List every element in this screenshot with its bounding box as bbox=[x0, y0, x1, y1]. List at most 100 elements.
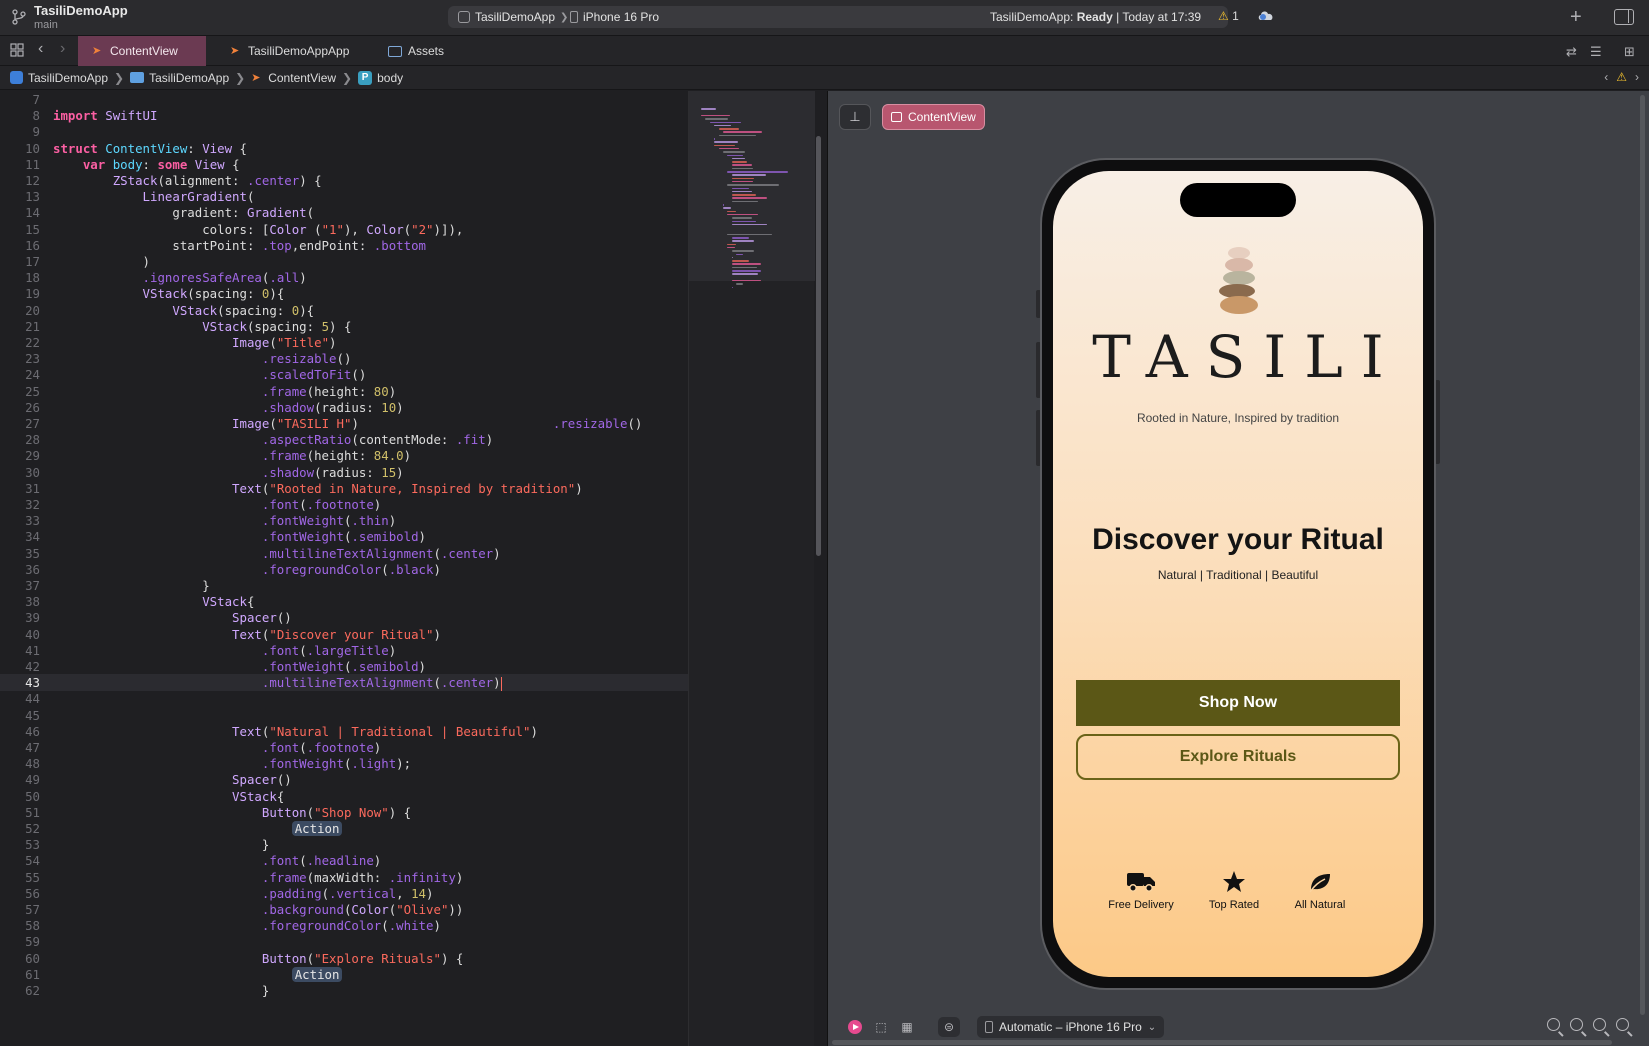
editor-scrollbar[interactable] bbox=[816, 136, 821, 556]
code-line[interactable]: 43 .multilineTextAlignment(.center) bbox=[0, 674, 688, 692]
code-line[interactable]: 51 Button("Shop Now") { bbox=[0, 804, 688, 821]
next-issue-icon[interactable]: › bbox=[1635, 70, 1639, 84]
device-settings-button[interactable]: ⊜ bbox=[938, 1017, 960, 1037]
code-line[interactable]: 40 Text("Discover your Ritual") bbox=[0, 626, 688, 643]
issue-navigator[interactable]: ‹ ⚠ › bbox=[1604, 70, 1639, 84]
minimap[interactable] bbox=[688, 91, 815, 1046]
zoom-in-icon[interactable] bbox=[1616, 1018, 1629, 1031]
code-editor[interactable]: 7 8 import SwiftUI 9 10 struct ContentView: V… bbox=[0, 91, 688, 1046]
selectable-mode-button[interactable]: ⬚ bbox=[871, 1017, 891, 1037]
code-line[interactable]: 9 bbox=[0, 123, 688, 140]
code-line[interactable]: 12 ZStack(alignment: .center) { bbox=[0, 172, 688, 189]
branch-name[interactable]: main bbox=[34, 19, 58, 31]
adjust-editor-icon[interactable]: ☰ bbox=[1590, 44, 1602, 60]
code-line[interactable]: 52 Action bbox=[0, 820, 688, 837]
code-line[interactable]: 26 .shadow(radius: 10) bbox=[0, 399, 688, 416]
code-line[interactable]: 60 Button("Explore Rituals") { bbox=[0, 950, 688, 967]
code-line[interactable]: 35 .multilineTextAlignment(.center) bbox=[0, 545, 688, 562]
code-line[interactable]: 55 .frame(maxWidth: .infinity) bbox=[0, 869, 688, 886]
breadcrumb-symbol[interactable]: P body bbox=[358, 70, 403, 85]
add-editor-icon[interactable]: ⊞ bbox=[1624, 44, 1635, 60]
code-line[interactable]: 22 Image("Title") bbox=[0, 334, 688, 351]
zoom-fit-icon[interactable] bbox=[1570, 1018, 1583, 1031]
related-items-icon[interactable] bbox=[10, 43, 24, 57]
code-line[interactable]: 32 .font(.footnote) bbox=[0, 496, 688, 513]
breadcrumb-file[interactable]: ➤ ContentView bbox=[251, 71, 336, 85]
zoom-out-icon[interactable] bbox=[1547, 1018, 1560, 1031]
cloud-icon[interactable] bbox=[1257, 9, 1275, 21]
minimap-line bbox=[731, 279, 762, 282]
code-line[interactable]: 11 var body: some View { bbox=[0, 156, 688, 173]
code-line[interactable]: 7 bbox=[0, 91, 688, 108]
code-line[interactable]: 10 struct ContentView: View { bbox=[0, 140, 688, 157]
inspector-toggle-icon[interactable] bbox=[1614, 9, 1634, 25]
code-line[interactable]: 45 bbox=[0, 707, 688, 724]
forward-arrow-icon[interactable]: › bbox=[60, 40, 65, 58]
zoom-actual-icon[interactable] bbox=[1593, 1018, 1606, 1031]
code-line[interactable]: 20 VStack(spacing: 0){ bbox=[0, 302, 688, 319]
code-line[interactable]: 46 Text("Natural | Traditional | Beautif… bbox=[0, 723, 688, 740]
destination-selector[interactable]: iPhone 16 Pro bbox=[570, 10, 659, 24]
previous-issue-icon[interactable]: ‹ bbox=[1604, 70, 1608, 84]
code-line[interactable]: 24 .scaledToFit() bbox=[0, 366, 688, 383]
tab-contentview[interactable]: ➤ ContentView bbox=[78, 36, 206, 66]
tab-assets[interactable]: Assets bbox=[374, 36, 458, 66]
code-line[interactable]: 30 .shadow(radius: 15) bbox=[0, 464, 688, 481]
code-line[interactable]: 14 gradient: Gradient( bbox=[0, 204, 688, 221]
code-line[interactable]: 38 VStack{ bbox=[0, 593, 688, 610]
variants-button[interactable]: ▦ bbox=[897, 1017, 917, 1037]
refresh-icon[interactable]: ⇄ bbox=[1566, 44, 1577, 60]
code-line[interactable]: 44 bbox=[0, 690, 688, 707]
breadcrumb-folder[interactable]: TasiliDemoApp bbox=[130, 71, 229, 85]
code-line[interactable]: 61 Action bbox=[0, 966, 688, 983]
code-line[interactable]: 33 .fontWeight(.thin) bbox=[0, 512, 688, 529]
code-line[interactable]: 27 Image("TASILI H") .resizable() bbox=[0, 415, 688, 432]
code-line[interactable]: 29 .frame(height: 84.0) bbox=[0, 447, 688, 464]
preview-pill-contentview[interactable]: ContentView bbox=[882, 104, 985, 130]
code-line[interactable]: 19 VStack(spacing: 0){ bbox=[0, 285, 688, 302]
device-selector[interactable]: Automatic – iPhone 16 Pro ⌄ bbox=[977, 1016, 1165, 1038]
code-line[interactable]: 31 Text("Rooted in Nature, Inspired by t… bbox=[0, 480, 688, 497]
code-line[interactable]: 15 colors: [Color ("1"), Color("2")]), bbox=[0, 221, 688, 238]
code-line[interactable]: 41 .font(.largeTitle) bbox=[0, 642, 688, 659]
project-name[interactable]: TasiliDemoApp bbox=[34, 3, 128, 18]
code-line[interactable]: 18 .ignoresSafeArea(.all) bbox=[0, 269, 688, 286]
code-line[interactable]: 50 VStack{ bbox=[0, 788, 688, 805]
code-line[interactable]: 59 bbox=[0, 933, 688, 950]
code-line[interactable]: 47 .font(.footnote) bbox=[0, 739, 688, 756]
canvas-horizontal-scrollbar[interactable] bbox=[832, 1040, 1612, 1045]
code-line[interactable]: 62 } bbox=[0, 982, 688, 999]
code-line[interactable]: 58 .foregroundColor(.white) bbox=[0, 917, 688, 934]
code-line[interactable]: 16 startPoint: .top,endPoint: .bottom bbox=[0, 237, 688, 254]
code-line[interactable]: 25 .frame(height: 80) bbox=[0, 383, 688, 400]
canvas-vertical-scrollbar[interactable] bbox=[1640, 95, 1645, 1015]
code-line[interactable]: 53 } bbox=[0, 836, 688, 853]
code-line[interactable]: 48 .fontWeight(.light); bbox=[0, 755, 688, 772]
add-button[interactable]: + bbox=[1570, 6, 1582, 29]
code-line[interactable]: 36 .foregroundColor(.black) bbox=[0, 561, 688, 578]
tab-tasilidemoappapp[interactable]: ➤ TasiliDemoAppApp bbox=[216, 36, 363, 66]
warnings-badge[interactable]: ⚠ 1 bbox=[1218, 9, 1239, 23]
breadcrumb-project[interactable]: TasiliDemoApp bbox=[10, 71, 108, 85]
scheme-selector[interactable]: TasiliDemoApp ❯ bbox=[458, 10, 568, 24]
shop-now-button[interactable]: Shop Now bbox=[1076, 680, 1400, 726]
code-line[interactable]: 34 .fontWeight(.semibold) bbox=[0, 528, 688, 545]
breadcrumb-label: ContentView bbox=[268, 70, 337, 85]
code-line[interactable]: 54 .font(.headline) bbox=[0, 852, 688, 869]
back-arrow-icon[interactable]: ‹ bbox=[38, 40, 43, 58]
code-line[interactable]: 13 LinearGradient( bbox=[0, 188, 688, 205]
code-line[interactable]: 21 VStack(spacing: 5) { bbox=[0, 318, 688, 335]
live-preview-button[interactable] bbox=[845, 1017, 865, 1037]
code-line[interactable]: 42 .fontWeight(.semibold) bbox=[0, 658, 688, 675]
code-line[interactable]: 57 .background(Color("Olive")) bbox=[0, 901, 688, 918]
code-line[interactable]: 17 ) bbox=[0, 253, 688, 270]
code-line[interactable]: 23 .resizable() bbox=[0, 350, 688, 367]
code-line[interactable]: 39 Spacer() bbox=[0, 609, 688, 626]
code-line[interactable]: 28 .aspectRatio(contentMode: .fit) bbox=[0, 431, 688, 448]
code-line[interactable]: 8 import SwiftUI bbox=[0, 107, 688, 124]
code-line[interactable]: 37 } bbox=[0, 577, 688, 594]
code-line[interactable]: 56 .padding(.vertical, 14) bbox=[0, 885, 688, 902]
explore-rituals-button[interactable]: Explore Rituals bbox=[1076, 734, 1400, 780]
code-line[interactable]: 49 Spacer() bbox=[0, 771, 688, 788]
pin-preview-button[interactable]: ⊥ bbox=[839, 104, 871, 130]
